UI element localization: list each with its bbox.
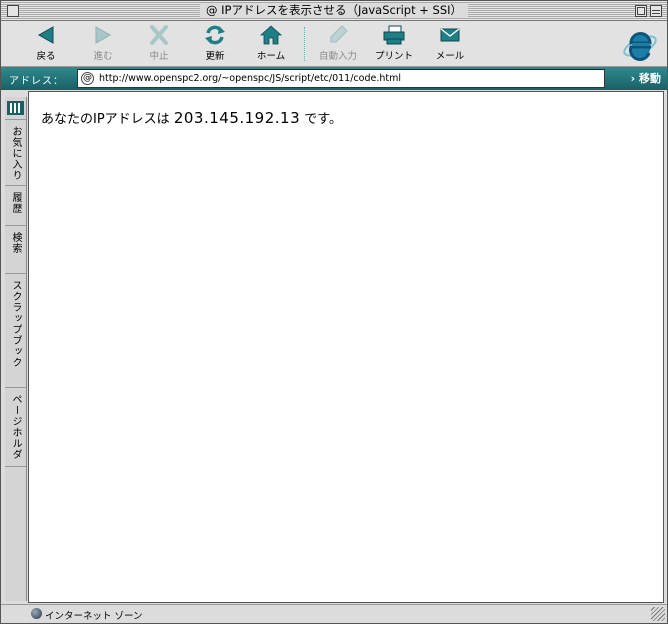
home-button[interactable]: ホーム bbox=[243, 24, 299, 64]
refresh-button[interactable]: 更新 bbox=[187, 24, 243, 64]
tab-history-label: 履歴 bbox=[10, 192, 21, 214]
tab-scrapbook[interactable]: スクラップブック bbox=[5, 273, 26, 387]
mail-envelope-icon bbox=[440, 28, 460, 42]
ip-message-suffix: です。 bbox=[304, 112, 342, 127]
tab-favorites[interactable]: お気に入り bbox=[5, 119, 26, 185]
explorer-bar-tabs: お気に入り 履歴 検索 スクラップブック ページホルダ bbox=[5, 97, 27, 601]
tab-page-holder-label: ページホルダ bbox=[10, 394, 21, 460]
security-zone-text: インターネット ゾーン bbox=[45, 611, 143, 622]
autofill-label: 自動入力 bbox=[318, 51, 357, 62]
back-label: 戻る bbox=[36, 51, 56, 62]
page-at-icon: @ bbox=[81, 72, 94, 85]
refresh-label: 更新 bbox=[205, 51, 225, 62]
collapse-box-button[interactable] bbox=[650, 5, 662, 17]
mail-button[interactable]: メール bbox=[422, 24, 478, 64]
refresh-icon bbox=[205, 25, 225, 45]
browser-window: @ IPアドレスを表示させる（JavaScript + SSI） 戻る 進む 中… bbox=[0, 0, 668, 624]
stop-x-icon bbox=[150, 25, 168, 45]
ip-message-prefix: あなたのIPアドレスは bbox=[41, 112, 170, 127]
go-label: 移動 bbox=[639, 72, 661, 85]
home-label: ホーム bbox=[256, 51, 286, 62]
autofill-button[interactable]: 自動入力 bbox=[310, 24, 366, 64]
status-bar: インターネット ゾーン bbox=[1, 604, 667, 623]
forward-button[interactable]: 進む bbox=[75, 24, 131, 64]
zoom-box-button[interactable] bbox=[635, 5, 647, 17]
back-arrow-icon bbox=[37, 26, 54, 44]
go-chevron-icon: › bbox=[630, 72, 639, 85]
printer-icon bbox=[383, 25, 405, 45]
forward-arrow-icon bbox=[95, 26, 112, 44]
internet-zone-globe-icon bbox=[31, 608, 42, 619]
window-title: @ IPアドレスを表示させる（JavaScript + SSI） bbox=[199, 3, 469, 18]
explorer-bar-toggle-icon[interactable] bbox=[7, 101, 24, 115]
tab-page-holder[interactable]: ページホルダ bbox=[5, 387, 26, 467]
toolbar-separator bbox=[304, 27, 306, 61]
print-button[interactable]: プリント bbox=[366, 24, 422, 64]
address-url-text: http://www.openspc2.org/~openspc/JS/scri… bbox=[99, 73, 401, 84]
address-label: アドレス： bbox=[9, 76, 64, 87]
back-button[interactable]: 戻る bbox=[18, 24, 74, 64]
stop-label: 中止 bbox=[149, 51, 169, 62]
home-icon bbox=[259, 25, 283, 45]
close-box-button[interactable] bbox=[7, 5, 19, 17]
tab-history[interactable]: 履歴 bbox=[5, 185, 26, 225]
window-title-text: IPアドレスを表示させる（JavaScript + SSI） bbox=[221, 3, 463, 17]
tab-search[interactable]: 検索 bbox=[5, 225, 26, 273]
ip-address-value: 203.145.192.13 bbox=[173, 109, 301, 127]
address-bar: アドレス： @ http://www.openspc2.org/~openspc… bbox=[1, 67, 667, 90]
internet-explorer-logo-icon bbox=[623, 32, 657, 61]
tab-favorites-label: お気に入り bbox=[10, 126, 21, 181]
address-input[interactable]: @ http://www.openspc2.org/~openspc/JS/sc… bbox=[77, 69, 605, 88]
tab-search-label: 検索 bbox=[10, 232, 21, 254]
page-content: あなたのIPアドレスは 203.145.192.13 です。 bbox=[28, 91, 664, 603]
ip-message: あなたのIPアドレスは 203.145.192.13 です。 bbox=[41, 108, 342, 127]
resize-grip[interactable] bbox=[651, 607, 665, 621]
forward-label: 進む bbox=[93, 51, 113, 62]
go-button[interactable]: › 移動 bbox=[631, 70, 661, 86]
toolbar: 戻る 進む 中止 更新 ホーム 自動入力 プリント メール bbox=[1, 21, 667, 67]
tab-scrapbook-label: スクラップブック bbox=[10, 280, 21, 368]
print-label: プリント bbox=[374, 51, 413, 62]
stop-button[interactable]: 中止 bbox=[131, 24, 187, 64]
autofill-pen-icon bbox=[330, 25, 348, 43]
page-icon: @ bbox=[205, 3, 222, 17]
mail-label: メール bbox=[435, 51, 465, 62]
title-bar[interactable]: @ IPアドレスを表示させる（JavaScript + SSI） bbox=[1, 1, 667, 21]
